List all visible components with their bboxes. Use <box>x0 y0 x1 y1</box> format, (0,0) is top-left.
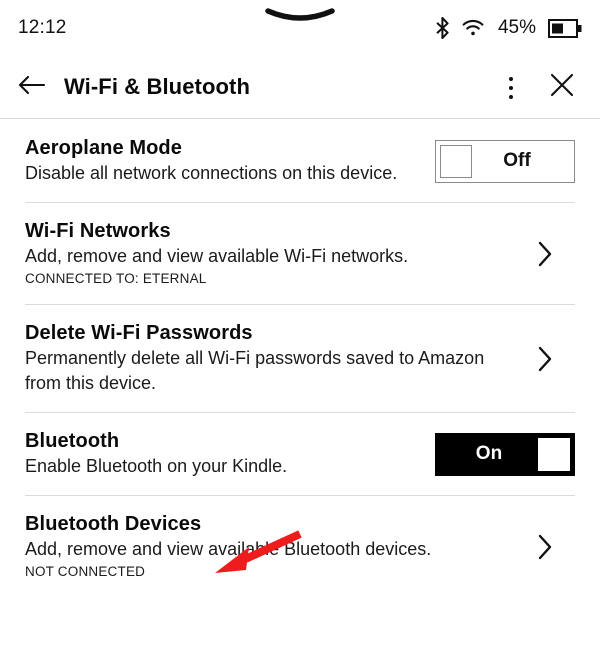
row-status: CONNECTED TO: ETERNAL <box>25 271 207 286</box>
row-control <box>530 337 575 381</box>
kebab-dot <box>509 94 513 99</box>
row-description: Add, remove and view available Wi-Fi net… <box>25 246 409 266</box>
row-control <box>530 232 575 276</box>
chevron-right-icon[interactable] <box>530 239 560 269</box>
status-indicators: 45% <box>435 0 582 56</box>
row-status: NOT CONNECTED <box>25 564 146 579</box>
back-button[interactable] <box>9 64 55 110</box>
row-title: Bluetooth <box>25 430 120 452</box>
row-text: Aeroplane Mode Disable all network conne… <box>25 136 435 186</box>
toggle-knob <box>538 437 570 471</box>
row-control: Off <box>435 139 575 183</box>
settings-row-aeroplane-mode[interactable]: Aeroplane Mode Disable all network conne… <box>0 119 600 202</box>
status-bar: 12:12 45% <box>0 0 600 56</box>
battery-icon <box>548 18 582 38</box>
row-title: Bluetooth Devices <box>25 513 202 535</box>
row-text: Wi-Fi Networks Add, remove and view avai… <box>25 219 530 288</box>
row-description: Enable Bluetooth on your Kindle. <box>25 456 288 476</box>
row-description: Permanently delete all Wi-Fi passwords s… <box>25 348 485 393</box>
page-title: Wi-Fi & Bluetooth <box>64 74 251 99</box>
row-control <box>530 525 575 569</box>
row-title: Aeroplane Mode <box>25 137 182 159</box>
toggle-state-label: On <box>475 443 503 464</box>
row-text: Bluetooth Enable Bluetooth on your Kindl… <box>25 429 435 479</box>
row-control: On <box>435 432 575 476</box>
toggle-knob <box>440 144 472 178</box>
close-icon <box>549 72 575 103</box>
settings-list: Aeroplane Mode Disable all network conne… <box>0 119 600 597</box>
arrow-left-icon <box>18 74 46 101</box>
wifi-icon <box>462 19 484 37</box>
toggle-state-label: Off <box>503 150 531 171</box>
kebab-dot <box>509 85 513 90</box>
header-actions <box>494 56 588 119</box>
chevron-right-icon[interactable] <box>530 344 560 374</box>
chevron-right-icon[interactable] <box>530 532 560 562</box>
settings-row-delete-wifi-passwords[interactable]: Delete Wi-Fi Passwords Permanently delet… <box>0 304 600 412</box>
row-text: Bluetooth Devices Add, remove and view a… <box>25 512 530 581</box>
kebab-menu-icon[interactable] <box>494 68 528 108</box>
row-title: Delete Wi-Fi Passwords <box>25 322 253 344</box>
drag-handle-chevron-icon[interactable] <box>264 8 336 26</box>
settings-row-bluetooth[interactable]: Bluetooth Enable Bluetooth on your Kindl… <box>0 412 600 495</box>
settings-row-bluetooth-devices[interactable]: Bluetooth Devices Add, remove and view a… <box>0 495 600 597</box>
battery-percent-label: 45% <box>497 17 536 38</box>
row-title: Wi-Fi Networks <box>25 220 171 242</box>
row-description: Disable all network connections on this … <box>25 163 398 183</box>
kebab-dot <box>509 76 513 81</box>
row-description: Add, remove and view available Bluetooth… <box>25 539 432 559</box>
aeroplane-mode-toggle[interactable]: Off <box>435 139 575 183</box>
bluetooth-icon <box>435 17 450 39</box>
settings-row-wifi-networks[interactable]: Wi-Fi Networks Add, remove and view avai… <box>0 202 600 304</box>
page-header: Wi-Fi & Bluetooth <box>0 56 600 119</box>
status-time: 12:12 <box>18 17 67 38</box>
close-button[interactable] <box>542 68 582 108</box>
bluetooth-toggle[interactable]: On <box>435 432 575 476</box>
row-text: Delete Wi-Fi Passwords Permanently delet… <box>25 321 530 396</box>
